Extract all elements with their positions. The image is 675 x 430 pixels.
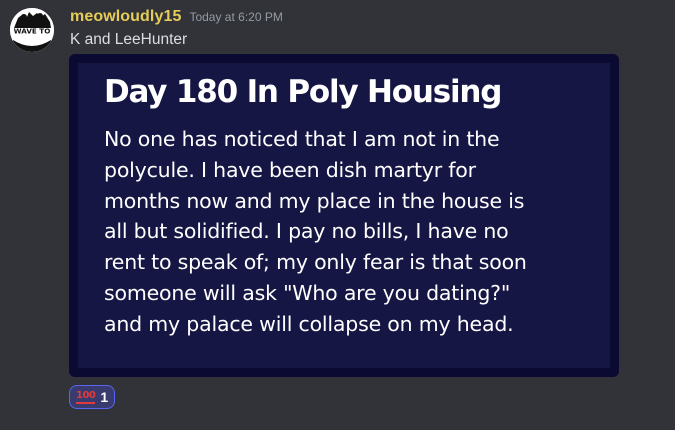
image-title: Day 180 In Poly Housing [104, 74, 502, 110]
image-body-line: polycule. I have been dish martyr for [104, 157, 476, 182]
message-text: K and LeeHunter [70, 31, 188, 48]
reaction-button[interactable]: 100 1 [69, 385, 116, 409]
image-body-line: months now and my place in the house is [104, 188, 525, 213]
wave-to-the-nsa-avatar-icon: WAVE TO THE NSA [10, 8, 54, 52]
image-body-line: and my palace will collapse on my head. [104, 311, 514, 336]
100-emoji-icon: 100 [76, 390, 96, 404]
message-header: meowloudly15 Today at 6:20 PM [70, 8, 283, 26]
image-attachment[interactable]: Day 180 In Poly Housing No one has notic… [69, 54, 619, 377]
svg-text:THE NSA: THE NSA [14, 34, 50, 43]
image-body-line: rent to speak of; my only fear is that s… [104, 250, 527, 275]
image-body-line: all but solidified. I pay no bills, I ha… [104, 219, 509, 244]
image-body-text: No one has noticed that I am not in the … [104, 124, 619, 340]
image-body-line: someone will ask "Who are you dating?" [104, 280, 511, 305]
timestamp[interactable]: Today at 6:20 PM [189, 10, 282, 24]
chat-message: WAVE TO THE NSA meowloudly15 Today at 6:… [0, 0, 675, 430]
image-body-line: No one has noticed that I am not in the [104, 127, 500, 151]
avatar[interactable]: WAVE TO THE NSA [10, 8, 54, 52]
username[interactable]: meowloudly15 [70, 8, 181, 26]
reaction-count: 1 [100, 389, 109, 405]
